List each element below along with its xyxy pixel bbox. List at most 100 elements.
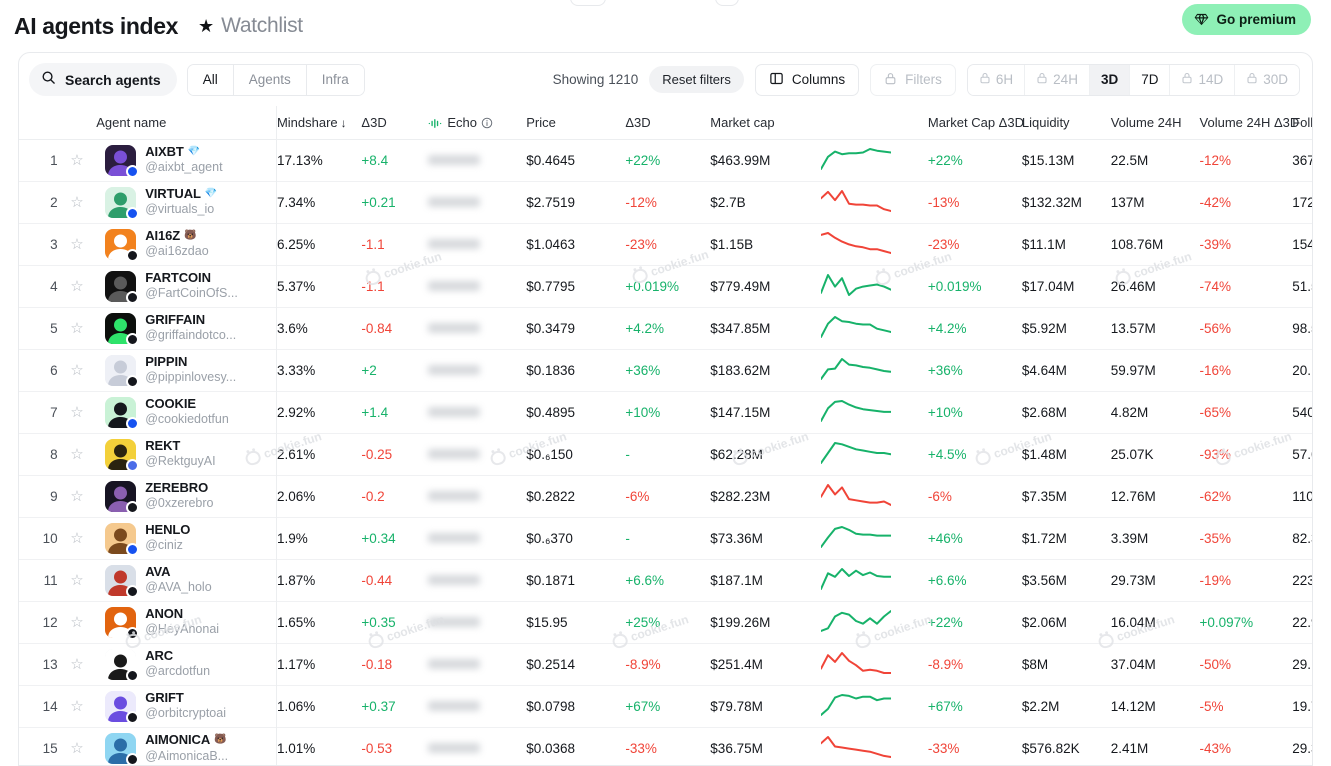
chain-badge-icon: [126, 710, 140, 724]
col-volume-24h[interactable]: Volume 24H: [1110, 106, 1200, 139]
table-row[interactable]: 7 ☆ COOKIE @cookiedotfun 2.92% +1.4 $0.4895 +10…: [19, 391, 1312, 433]
segment-all[interactable]: All: [187, 64, 234, 95]
agent-cell[interactable]: FARTCOIN @FartCoinOfS...: [96, 265, 277, 307]
range-3d[interactable]: 3D: [1089, 64, 1131, 95]
agent-cell[interactable]: PIPPIN @pippinlovesy...: [96, 349, 277, 391]
col-volume-24h-delta[interactable]: Volume 24H Δ3D: [1199, 106, 1299, 139]
agent-cell[interactable]: AIMONICA 🐻 @AimonicaB...: [96, 727, 277, 765]
volume-24h-delta-value: -62%: [1199, 488, 1232, 504]
market-cap-value: $779.49M: [710, 278, 771, 294]
table-row[interactable]: 5 ☆ GRIFFAIN @griffaindotco... 3.6% -0.84 $0.3…: [19, 307, 1312, 349]
table-row[interactable]: 3 ☆ AI16Z 🐻 @ai16zdao 6.25% -1.1 $1.0463 -23% $1.…: [19, 223, 1312, 265]
agent-cell[interactable]: GRIFT @orbitcryptoai: [96, 685, 277, 727]
columns-button[interactable]: Columns: [754, 63, 860, 96]
volume-24h-value: 29.73M: [1110, 572, 1156, 588]
agent-cell[interactable]: ANON @HeyAnonai: [96, 601, 277, 643]
table-row[interactable]: 4 ☆ FARTCOIN @FartCoinOfS... 5.37% -1.1 $0.779…: [19, 265, 1312, 307]
col-market-cap-delta[interactable]: Market Cap Δ3D: [927, 106, 1024, 139]
search-placeholder: Search agents: [65, 71, 161, 88]
watchlist-star-icon[interactable]: ☆: [58, 349, 97, 391]
watchlist-star-icon[interactable]: ☆: [58, 517, 97, 559]
info-icon[interactable]: [481, 117, 493, 129]
reset-filters-button[interactable]: Reset filters: [649, 66, 744, 93]
agent-cell[interactable]: ARC @arcdotfun: [96, 643, 277, 685]
volume-24h-delta-value: -19%: [1199, 572, 1232, 588]
table-row[interactable]: 6 ☆ PIPPIN @pippinlovesy... 3.33% +2 $0.1836 +3…: [19, 349, 1312, 391]
watchlist-star-icon[interactable]: ☆: [58, 475, 97, 517]
go-premium-label: Go premium: [1216, 12, 1296, 27]
volume-24h-delta-value: -65%: [1199, 404, 1232, 420]
col-mindshare-delta[interactable]: Δ3D: [361, 106, 429, 139]
agent-cell[interactable]: AIXBT 💎 @aixbt_agent: [96, 139, 277, 181]
watchlist-star-icon[interactable]: ☆: [58, 223, 97, 265]
table-row[interactable]: 15 ☆ AIMONICA 🐻 @AimonicaB... 1.01% -0.53 $0.03…: [19, 727, 1312, 765]
filters-label: Filters: [905, 72, 942, 87]
volume-24h-delta-value: -39%: [1199, 236, 1232, 252]
range-24h[interactable]: 24H: [1025, 64, 1090, 95]
watchlist-star-icon[interactable]: ☆: [58, 307, 97, 349]
col-echo-label: Echo: [447, 114, 477, 130]
watchlist-star-icon[interactable]: ☆: [58, 643, 97, 685]
watchlist-star-icon[interactable]: ☆: [58, 727, 97, 765]
echo-value-locked: [428, 307, 526, 349]
table-row[interactable]: 12 ☆ ANON @HeyAnonai 1.65% +0.35 $15.95 +25% $19…: [19, 601, 1312, 643]
watchlist-star-icon[interactable]: ☆: [58, 601, 97, 643]
col-rank: [19, 106, 58, 139]
table-row[interactable]: 2 ☆ VIRTUAL 💎 @virtuals_io 7.34% +0.21 $2.7519-…: [19, 181, 1312, 223]
volume-24h-delta-value: -12%: [1199, 152, 1232, 168]
table-row[interactable]: 10 ☆ HENLO @ciniz 1.9% +0.34 $0.₆370- $73.36M +4…: [19, 517, 1312, 559]
range-14d[interactable]: 14D: [1170, 64, 1236, 95]
agent-cell[interactable]: AI16Z 🐻 @ai16zdao: [96, 223, 277, 265]
table-row[interactable]: 13 ☆ ARC @arcdotfun 1.17% -0.18 $0.2514 -8.9% $2…: [19, 643, 1312, 685]
segment-infra[interactable]: Infra: [306, 64, 364, 95]
col-agent-name[interactable]: Agent name: [96, 106, 277, 139]
range-7d[interactable]: 7D: [1130, 64, 1171, 95]
watchlist-star-icon[interactable]: ☆: [58, 139, 97, 181]
range-6h[interactable]: 6H: [967, 64, 1026, 95]
agent-cell[interactable]: AVA @AVA_holo: [96, 559, 277, 601]
watchlist-star-icon[interactable]: ☆: [58, 391, 97, 433]
head-stub-left: [570, 0, 606, 6]
table-row[interactable]: 8 ☆ REKT @RektguyAI 2.61% -0.25 $0.₆150- $62.28…: [19, 433, 1312, 475]
followers-value: 98.595: [1292, 320, 1312, 336]
agent-name: ANON: [145, 605, 184, 621]
col-market-cap[interactable]: Market cap: [710, 106, 822, 139]
market-cap-value: $282.23M: [710, 488, 771, 504]
agent-cell[interactable]: HENLO @ciniz: [96, 517, 277, 559]
watchlist-star-icon[interactable]: ☆: [58, 559, 97, 601]
watchlist-link[interactable]: ★ Watchlist: [198, 14, 303, 38]
market-cap-delta-value: +22%: [927, 614, 963, 630]
agents-table-scroll[interactable]: Agent name Mindshare ↓ Δ3D Echo Price Δ3…: [19, 106, 1312, 765]
sparkline-chart: [820, 223, 928, 265]
range-label: 14D: [1198, 72, 1224, 87]
chain-badge-icon: [126, 584, 140, 598]
avatar: [105, 354, 140, 388]
watchlist-star-icon[interactable]: ☆: [58, 181, 97, 223]
range-30d[interactable]: 30D: [1235, 64, 1299, 95]
segment-agents[interactable]: Agents: [233, 64, 307, 95]
agent-cell[interactable]: GRIFFAIN @griffaindotco...: [96, 307, 277, 349]
col-liquidity[interactable]: Liquidity: [1021, 106, 1111, 139]
followers-value: 20.156: [1292, 362, 1312, 378]
col-price[interactable]: Price: [526, 106, 626, 139]
watchlist-star-icon[interactable]: ☆: [58, 265, 97, 307]
col-price-delta[interactable]: Δ3D: [625, 106, 711, 139]
watchlist-star-icon[interactable]: ☆: [58, 685, 97, 727]
price-delta-value: +36%: [625, 362, 661, 378]
agent-cell[interactable]: VIRTUAL 💎 @virtuals_io: [96, 181, 277, 223]
agent-cell[interactable]: COOKIE @cookiedotfun: [96, 391, 277, 433]
table-row[interactable]: 1 ☆ AIXBT 💎 @aixbt_agent 17.13% +8.4 $0.4645 +22…: [19, 139, 1312, 181]
col-followers[interactable]: Followers: [1292, 106, 1312, 139]
search-agents-input[interactable]: Search agents: [29, 63, 177, 96]
agent-cell[interactable]: REKT @RektguyAI: [96, 433, 277, 475]
col-echo[interactable]: Echo: [428, 106, 527, 139]
liquidity-value: $4.64M: [1021, 362, 1067, 378]
agent-cell[interactable]: ZEREBRO @0xzerebro: [96, 475, 277, 517]
table-row[interactable]: 9 ☆ ZEREBRO @0xzerebro 2.06% -0.2 $0.2822 -6% $2…: [19, 475, 1312, 517]
watchlist-star-icon[interactable]: ☆: [58, 433, 97, 475]
table-row[interactable]: 11 ☆ AVA @AVA_holo 1.87% -0.44 $0.1871 +6.6% $18…: [19, 559, 1312, 601]
col-mindshare[interactable]: Mindshare ↓: [276, 106, 362, 139]
table-row[interactable]: 14 ☆ GRIFT @orbitcryptoai 1.06% +0.37 $0.0798 +…: [19, 685, 1312, 727]
go-premium-button[interactable]: Go premium: [1182, 4, 1311, 35]
row-rank: 8: [50, 446, 58, 462]
